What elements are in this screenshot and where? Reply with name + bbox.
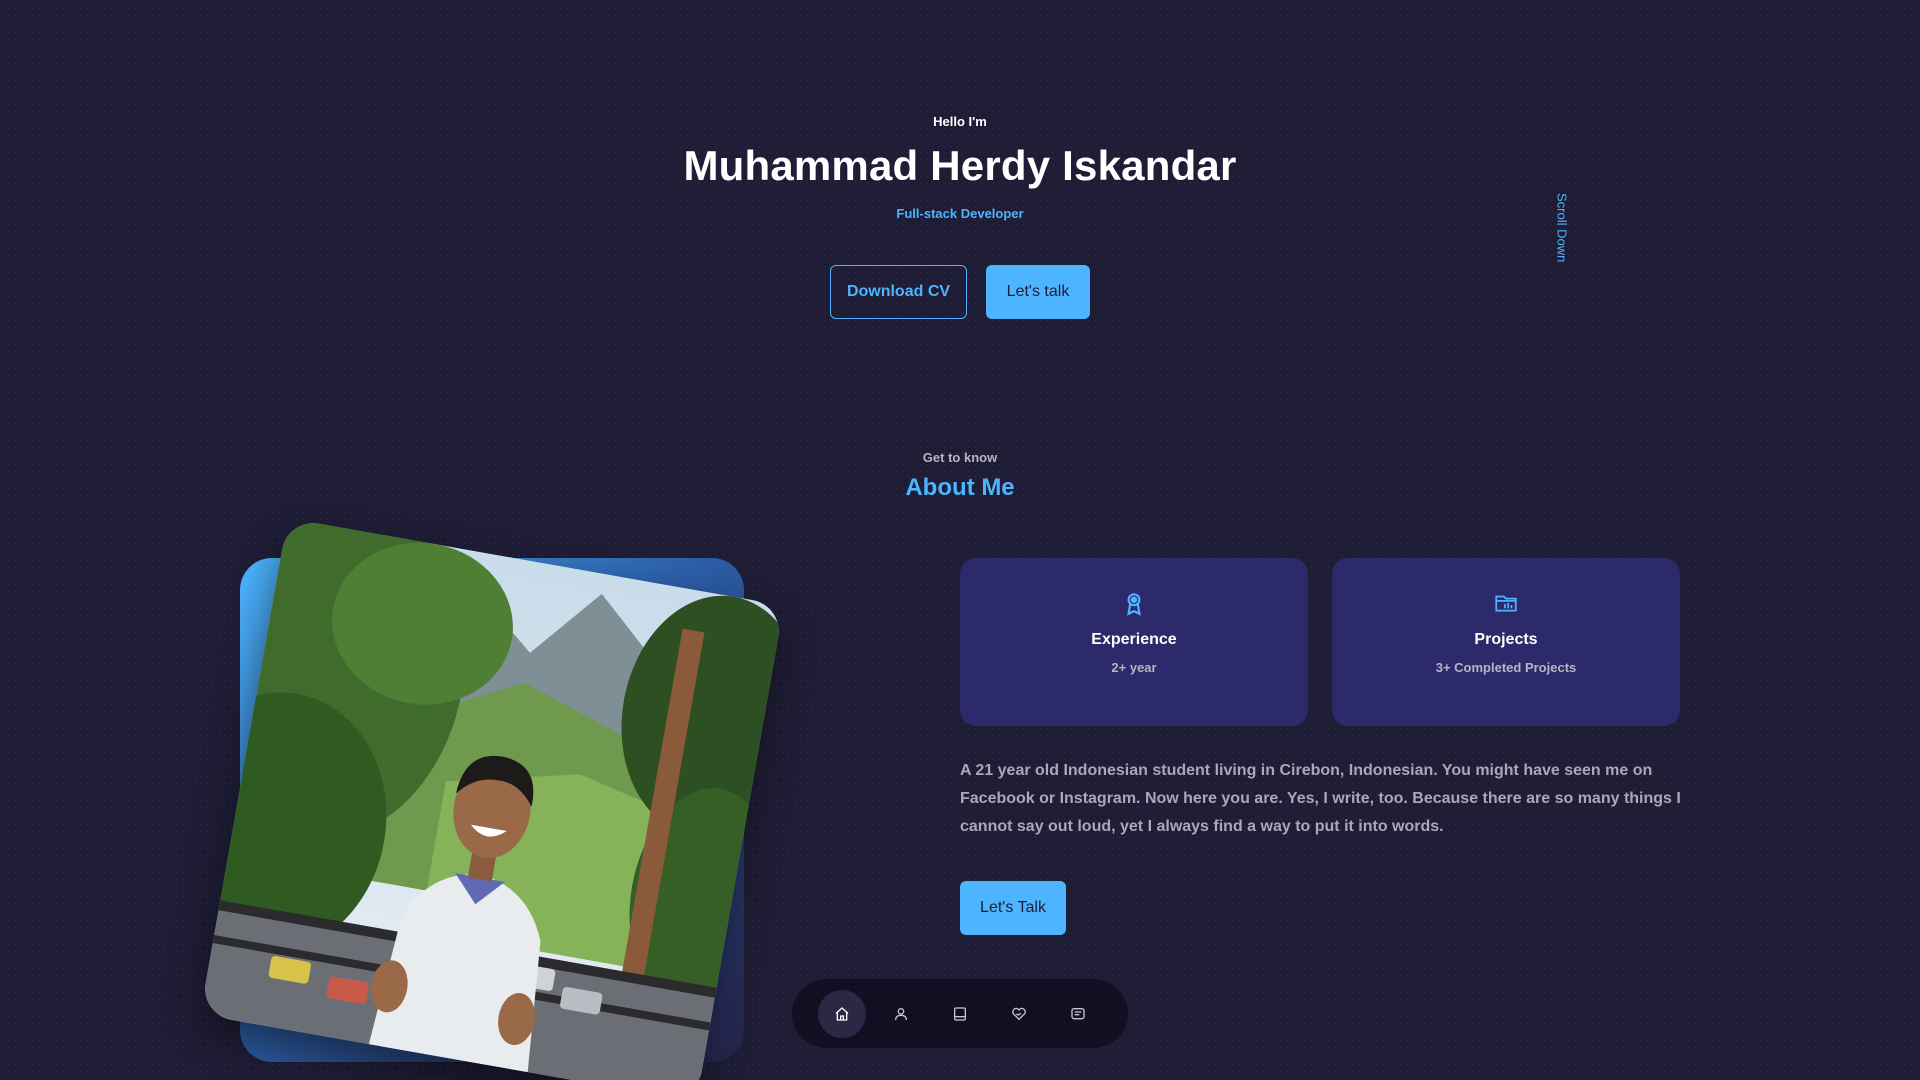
projects-value: 3+ Completed Projects (1435, 660, 1577, 675)
download-cv-button[interactable]: Download CV (830, 265, 967, 319)
about-title: About Me (905, 474, 1015, 501)
home-icon (835, 1006, 849, 1021)
nav-home[interactable] (818, 989, 866, 1038)
projects-card: Projects 3+ Completed Projects (1332, 558, 1680, 726)
message-icon (1071, 1007, 1085, 1019)
about-lets-talk-button[interactable]: Let's Talk (960, 881, 1066, 935)
projects-title: Projects (1474, 631, 1538, 648)
about-description: A 21 year old Indonesian student living … (960, 762, 1681, 835)
scroll-down-label: Scroll Down (1554, 193, 1570, 263)
services-icon (1012, 1007, 1026, 1020)
nav-experience[interactable] (936, 990, 984, 1038)
nav-services[interactable] (995, 990, 1043, 1038)
folder-icon (1495, 595, 1517, 612)
experience-value: 2+ year (1111, 660, 1157, 675)
experience-title: Experience (1091, 631, 1177, 648)
about-kicker: Get to know (922, 450, 998, 465)
scroll-down-link[interactable]: Scroll Down (1546, 188, 1578, 268)
bottom-nav (792, 979, 1128, 1048)
award-icon (1127, 593, 1141, 616)
experience-card: Experience 2+ year (960, 558, 1308, 726)
lets-talk-button[interactable]: Let's talk (986, 265, 1090, 319)
nav-contact[interactable] (1054, 990, 1102, 1038)
hero-role: Full-stack Developer (896, 206, 1024, 221)
hero-name: Muhammad Herdy Iskandar (683, 142, 1237, 189)
book-icon (954, 1006, 966, 1021)
profile-photo (200, 518, 784, 1080)
nav-about[interactable] (877, 990, 925, 1038)
hero-greeting: Hello I'm (933, 114, 987, 129)
user-icon (895, 1007, 907, 1020)
profile-photo-illustration (200, 518, 784, 1080)
